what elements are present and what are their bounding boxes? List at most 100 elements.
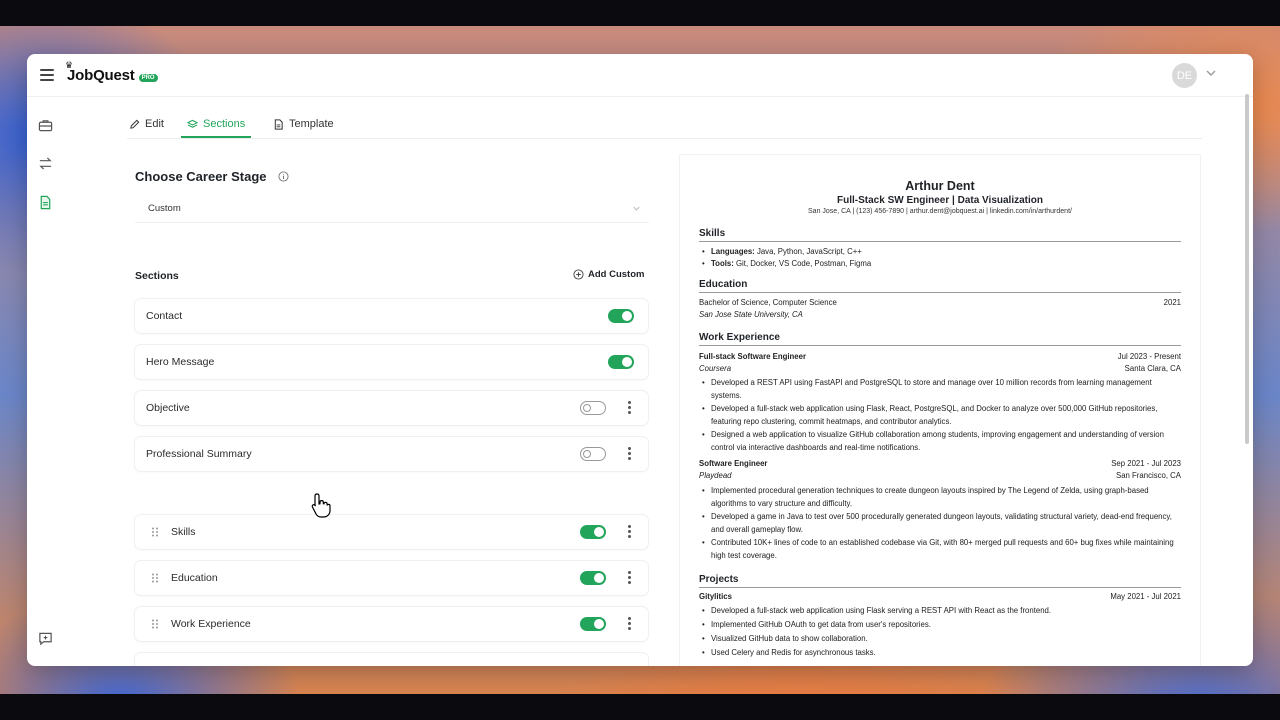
resume-name: Arthur Dent [905,179,975,193]
section-row-label: Education [171,572,218,584]
hero-message-toggle[interactable] [608,355,634,369]
kebab-menu-icon[interactable] [628,401,632,415]
avatar[interactable]: DE [1172,63,1197,88]
resume-preview: Arthur Dent Full-Stack SW Engineer | Dat… [680,155,1200,666]
document-icon [274,118,283,130]
section-row-label: Work Experience [171,618,251,630]
section-row-label: Contact [146,310,183,322]
menu-icon[interactable] [40,69,54,81]
resume-skill-languages: Languages: Java, Python, JavaScript, C++ [702,246,1176,259]
tab-template[interactable]: Template [273,112,334,136]
job-bullet: Developed a game in Java to test over 50… [702,511,1176,536]
project-dates: May 2021 - Jul 2021 [1110,592,1181,601]
briefcase-icon[interactable] [38,118,53,133]
section-row-label: Hero Message [146,356,215,368]
drag-handle-icon[interactable] [151,573,159,583]
resume-education-heading: Education [699,279,1181,293]
job-bullet: Developed a REST API using FastAPI and P… [702,377,1176,402]
work-experience-toggle[interactable] [580,617,606,631]
section-row-skills[interactable]: Skills [135,515,648,549]
section-row-label: Objective [146,402,190,414]
info-icon[interactable] [278,171,289,182]
resume-skill-tools: Tools: Git, Docker, VS Code, Postman, Fi… [702,258,1176,271]
section-row-label: Professional Summary [146,448,252,460]
section-row-objective[interactable]: Objective [135,391,648,425]
plus-circle-icon [573,269,584,280]
resume-doc-icon[interactable] [38,195,53,210]
tab-edit-label: Edit [145,118,164,130]
job-company: Playdead [699,471,732,480]
career-stage-select[interactable]: Custom [135,194,649,223]
pro-badge: PRO [138,74,158,82]
section-row-education[interactable]: Education [135,561,648,595]
app-logo[interactable]: ♛ JobQuest PRO [65,60,158,86]
project-bullet: Visualized GitHub data to show collabora… [702,633,1176,646]
page-scrollbar[interactable] [1245,94,1249,444]
project-title: Gitylitics [699,592,732,601]
swap-icon[interactable] [38,156,53,171]
section-row-contact[interactable]: Contact [135,299,648,333]
section-row-label: Skills [171,526,196,538]
chevron-down-icon[interactable] [1205,67,1217,79]
logo-text: JobQuest [67,66,135,84]
kebab-menu-icon[interactable] [628,447,632,461]
resume-work-heading: Work Experience [699,332,1181,346]
job-bullet: Designed a web application to visualize … [702,429,1176,454]
education-toggle[interactable] [580,571,606,585]
tab-sections-label: Sections [203,118,246,130]
skills-toggle[interactable] [580,525,606,539]
job-bullet: Implemented procedural generation techni… [702,485,1176,510]
job-dates: Sep 2021 - Jul 2023 [1111,459,1181,468]
job-title: Full-stack Software Engineer [699,352,807,361]
job-company: Coursera [699,364,732,373]
layers-icon [187,119,198,128]
job-bullet: Contributed 10K+ lines of code to an est… [702,537,1176,562]
add-custom-label: Add Custom [588,269,645,280]
contact-toggle[interactable] [608,309,634,323]
project-bullet: Implemented GitHub OAuth to get data fro… [702,619,1176,632]
education-degree: Bachelor of Science, Computer Science [699,298,837,307]
job-dates: Jul 2023 - Present [1117,352,1181,361]
education-year: 2021 [1163,298,1181,307]
career-stage-value: Custom [148,203,181,214]
section-row-professional-summary[interactable]: Professional Summary [135,437,648,471]
drag-handle-icon[interactable] [151,619,159,629]
job-title: Software Engineer [699,459,768,468]
kebab-menu-icon[interactable] [628,525,632,539]
tab-template-label: Template [289,118,334,130]
view-tabs: Edit Sections Template [127,112,1202,139]
education-school: San Jose State University, CA [699,310,803,319]
sections-panel: Choose Career Stage Custom Sections Add … [122,154,662,666]
career-stage-title: Choose Career Stage [135,169,267,184]
resume-skills-heading: Skills [699,228,1181,242]
section-row-hero-message[interactable]: Hero Message [135,345,648,379]
add-custom-button[interactable]: Add Custom [573,269,644,280]
languages-label: Languages: [711,247,755,256]
tab-edit[interactable]: Edit [129,112,164,136]
languages-value: Java, Python, JavaScript, C++ [756,247,862,256]
chevron-down-icon [633,206,640,211]
tools-label: Tools: [711,259,734,268]
pencil-icon [130,119,140,129]
left-rail [27,96,63,666]
objective-toggle[interactable] [580,401,606,415]
drag-handle-icon[interactable] [151,527,159,537]
sections-heading: Sections [135,270,179,282]
tools-value: Git, Docker, VS Code, Postman, Figma [735,259,872,268]
professional-summary-toggle[interactable] [580,447,606,461]
tab-sections[interactable]: Sections [181,112,252,138]
section-row-next[interactable] [135,653,648,666]
section-row-work-experience[interactable]: Work Experience [135,607,648,641]
kebab-menu-icon[interactable] [628,571,632,585]
project-bullet: Developed a full-stack web application u… [702,605,1176,618]
feedback-icon[interactable] [38,631,53,646]
resume-title: Full-Stack SW Engineer | Data Visualizat… [837,195,1043,206]
top-bar: ♛ JobQuest PRO DE [27,54,1253,97]
app-window: ♛ JobQuest PRO DE Edit Sections Template… [27,54,1253,666]
kebab-menu-icon[interactable] [628,617,632,631]
project-bullet: Used Celery and Redis for asynchronous t… [702,647,1176,660]
resume-contact: San Jose, CA | (123) 456-7890 | arthur.d… [808,208,1072,215]
crown-icon: ♛ [65,60,74,70]
job-location: San Francisco, CA [1116,471,1181,480]
job-bullet: Developed a full-stack web application u… [702,403,1176,428]
